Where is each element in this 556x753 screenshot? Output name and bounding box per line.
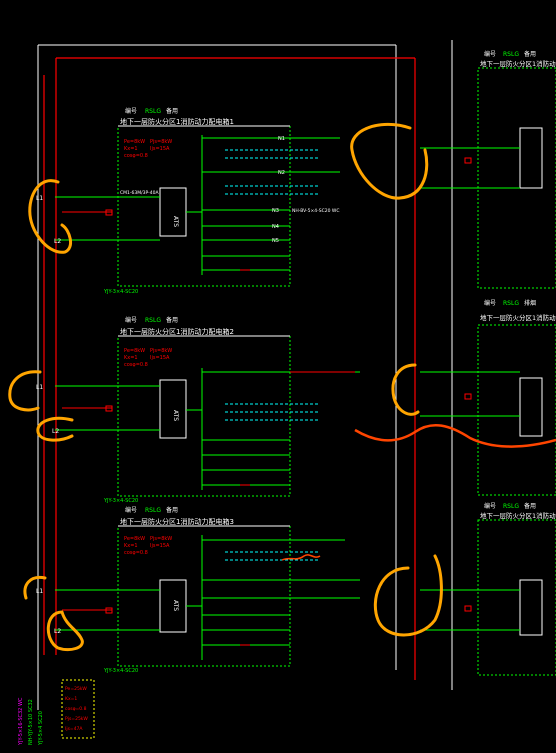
right-panel-1-code: 编号: [484, 50, 496, 58]
legend-line: Pjs=25kW: [65, 716, 88, 722]
panel-3-code-value: RSLG: [145, 507, 161, 514]
panel-3-cable: YJY-3×4-SC20: [103, 668, 138, 674]
panel-2-code-label: 编号: [125, 316, 137, 324]
legend-line: Pe=25kW: [65, 686, 87, 692]
panel-1-params: Pe=8kW Kx=1 cosφ=0.8 Pjs=8kW Ijs=15A: [124, 139, 172, 159]
param: Pjs=8kW: [150, 536, 172, 542]
param: Pe=8kW: [124, 139, 145, 145]
legend-line: Kx=1: [65, 696, 77, 702]
vertical-cable-label: YJY-5×16-SC32 WC: [18, 697, 24, 746]
panel-3-ats-label: ATS: [172, 600, 179, 611]
cad-drawing: 编号 RSLG 备用 地下一层防火分区1消防动力配电箱1 Pe=8kW Kx=1…: [8, 40, 556, 746]
param: Pjs=8kW: [150, 348, 172, 354]
param: Ijs=15A: [150, 146, 170, 152]
panel-3-params: Pe=8kW Kx=1 cosφ=0.8 Pjs=8kW Ijs=15A: [124, 536, 172, 556]
panel-1-l2: L2: [54, 238, 61, 245]
panel-3-l1: L1: [36, 588, 43, 595]
panel-1-code-value: RSLG: [145, 108, 161, 115]
markup-squiggle: [281, 554, 321, 561]
right-panel-2-title: 地下一层防火分区1消防动力配电箱: [480, 313, 556, 322]
param: Kx=1: [124, 355, 138, 361]
markup-circle: [391, 363, 420, 416]
panel-2-code-value: RSLG: [145, 317, 161, 324]
panel-3: 编号 RSLG 备用 地下一层防火分区1消防动力配电箱3 Pe=8kW Kx=1…: [36, 506, 360, 674]
panel-1-breaker: CM1-63M/3P-40A: [120, 190, 159, 196]
panel-1-ats-box: [159, 187, 187, 237]
vertical-cable-label: YJY-5×4 SC20: [38, 711, 44, 746]
panel-3-title: 地下一层防火分区1消防动力配电箱3: [120, 517, 234, 526]
panel-2-ats-box: [159, 379, 187, 439]
panel-2-l2: L2: [52, 428, 59, 435]
right-panel-1-title: 地下一层防火分区1消防动力配电箱: [480, 59, 556, 68]
legend-line: cosφ=0.8: [65, 706, 87, 712]
right-panel-2-code: 编号: [484, 299, 496, 307]
panel-2-cable: YJY-3×4-SC20: [103, 498, 138, 504]
circuit-label: N1: [278, 136, 285, 142]
panel-1-l1: L1: [36, 195, 43, 202]
param: Kx=1: [124, 146, 138, 152]
right-panel-3-code: 编号: [484, 502, 496, 510]
param: cosφ=0.8: [124, 550, 148, 556]
param: Pe=8kW: [124, 536, 145, 542]
param: Pe=8kW: [124, 348, 145, 354]
right-panel-1-code-value: RSLG: [503, 51, 519, 58]
right-panel-1: 编号 RSLG 备用 地下一层防火分区1消防动力配电箱: [420, 50, 556, 289]
panel-2-ats-label: ATS: [172, 410, 179, 421]
right-panel-2-note: 排烟: [524, 299, 536, 307]
panel-1: 编号 RSLG 备用 地下一层防火分区1消防动力配电箱1 Pe=8kW Kx=1…: [36, 107, 340, 295]
circuit-label: N5: [272, 238, 279, 244]
right-panel-1-note: 备用: [524, 50, 536, 58]
panel-1-circuit-labels: N1 N2 N3 N4 N5: [272, 136, 285, 244]
param: Ijs=15A: [150, 355, 170, 361]
panel-1-feeder: NH-BV-5×4-SC20 WC: [292, 208, 339, 214]
legend-box: Pe=25kW Kx=1 cosφ=0.8 Pjs=25kW Ijs=47A: [61, 679, 95, 739]
right-panel-3-note: 备用: [524, 502, 536, 510]
param: Pjs=8kW: [150, 139, 172, 145]
param: Kx=1: [124, 543, 138, 549]
param: Ijs=15A: [150, 543, 170, 549]
panel-2-note: 备用: [166, 316, 178, 324]
panel-1-ats-label: ATS: [172, 216, 179, 227]
param: cosφ=0.8: [124, 153, 148, 159]
markup-annotations: [8, 123, 443, 652]
panel-3-note: 备用: [166, 506, 178, 514]
right-panel-3-title: 地下一层防火分区1消防动力配电箱: [480, 511, 556, 520]
red-busbars: [43, 57, 416, 680]
panel-1-note: 备用: [166, 107, 178, 115]
vertical-cable-label: NH-YJY-5×10 SC32: [28, 699, 34, 745]
panel-3-l2: L2: [54, 628, 61, 635]
legend-line: Ijs=47A: [65, 726, 83, 732]
panel-1-code-label: 编号: [125, 107, 137, 115]
panel-1-cable: YJY-3×4-SC20: [103, 289, 138, 295]
param: cosφ=0.8: [124, 362, 148, 368]
left-vertical-text: YJY-5×16-SC32 WC NH-YJY-5×10 SC32 YJY-5×…: [18, 697, 44, 746]
panel-1-title: 地下一层防火分区1消防动力配电箱1: [120, 117, 234, 126]
panel-2-params: Pe=8kW Kx=1 cosφ=0.8 Pjs=8kW Ijs=15A: [124, 348, 172, 368]
panel-2-title: 地下一层防火分区1消防动力配电箱2: [120, 327, 234, 336]
right-panel-3-code-value: RSLG: [503, 503, 519, 510]
panel-2-l1: L1: [36, 384, 43, 391]
markup-circle: [373, 554, 443, 637]
markup-circle: [28, 179, 73, 254]
right-frame: [395, 40, 453, 690]
panel-2: 编号 RSLG 备用 地下一层防火分区1消防动力配电箱2 Pe=8kW Kx=1…: [36, 316, 360, 504]
right-panel-2: 编号 RSLG 排烟 地下一层防火分区1消防动力配电箱: [420, 299, 556, 496]
circuit-label: N4: [272, 224, 279, 230]
circuit-label: N2: [278, 170, 285, 176]
panel-3-code-label: 编号: [125, 506, 137, 514]
right-panel-2-code-value: RSLG: [503, 300, 519, 307]
circuit-label: N3: [272, 208, 279, 214]
